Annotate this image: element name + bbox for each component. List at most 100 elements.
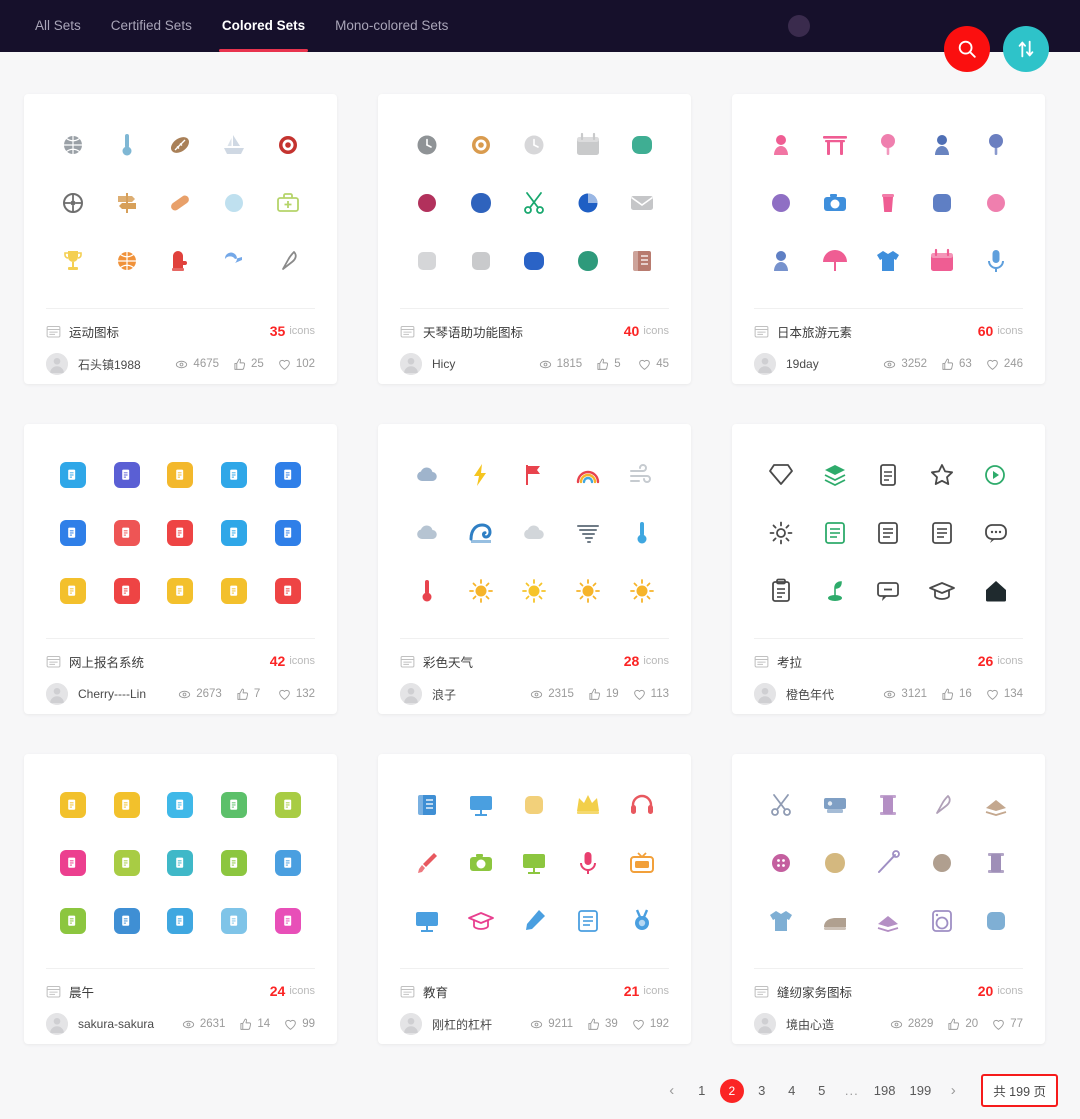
favorites-stat[interactable]: 134	[986, 688, 1023, 701]
favorites-stat[interactable]: 102	[278, 358, 315, 371]
icon-preview[interactable]	[412, 130, 442, 160]
icon-preview[interactable]	[412, 246, 442, 276]
icon-preview[interactable]	[573, 246, 603, 276]
pagination-page-3[interactable]: 3	[750, 1079, 774, 1103]
set-title[interactable]: 缝纫家务图标	[777, 982, 972, 1001]
author-name[interactable]: 浪子	[432, 686, 456, 703]
icon-preview[interactable]	[820, 460, 850, 490]
icon-preview[interactable]	[627, 906, 657, 936]
tab-certified-sets[interactable]: Certified Sets	[96, 0, 207, 52]
icon-preview[interactable]	[873, 460, 903, 490]
icon-preview[interactable]	[627, 576, 657, 606]
icon-preview[interactable]	[112, 518, 142, 548]
icon-preview[interactable]	[927, 848, 957, 878]
icon-preview[interactable]	[627, 460, 657, 490]
favorites-stat[interactable]: 77	[992, 1018, 1023, 1031]
icon-preview[interactable]	[58, 460, 88, 490]
icon-set-card[interactable]: 天琴语助功能图标 40 icons Hicy 1815 5 45	[378, 94, 691, 384]
icon-preview[interactable]	[820, 188, 850, 218]
icon-preview[interactable]	[820, 906, 850, 936]
icon-preview[interactable]	[58, 246, 88, 276]
icon-preview[interactable]	[981, 518, 1011, 548]
set-title[interactable]: 考拉	[777, 652, 972, 671]
icon-preview[interactable]	[519, 460, 549, 490]
icon-preview[interactable]	[466, 790, 496, 820]
icon-preview[interactable]	[573, 906, 603, 936]
icon-preview[interactable]	[58, 576, 88, 606]
icon-set-card[interactable]: 日本旅游元素 60 icons 19day 3252 63 246	[732, 94, 1045, 384]
icon-preview[interactable]	[519, 188, 549, 218]
icon-preview[interactable]	[873, 188, 903, 218]
icon-preview[interactable]	[981, 848, 1011, 878]
icon-preview[interactable]	[58, 848, 88, 878]
set-title[interactable]: 运动图标	[69, 322, 264, 341]
tab-all-sets[interactable]: All Sets	[20, 0, 96, 52]
icon-set-card[interactable]: 彩色天气 28 icons 浪子 2315 19 113	[378, 424, 691, 714]
icon-preview[interactable]	[627, 790, 657, 820]
avatar[interactable]	[46, 683, 68, 705]
icon-preview[interactable]	[927, 460, 957, 490]
icon-preview[interactable]	[273, 246, 303, 276]
icon-preview[interactable]	[927, 188, 957, 218]
favorites-stat[interactable]: 45	[638, 358, 669, 371]
icon-set-card[interactable]: 教育 21 icons 刚杠的杠杆 9211 39 192	[378, 754, 691, 1044]
favorites-stat[interactable]: 192	[632, 1018, 669, 1031]
set-title[interactable]: 晨午	[69, 982, 264, 1001]
pagination-page-2[interactable]: 2	[719, 1078, 744, 1103]
icon-preview[interactable]	[466, 576, 496, 606]
tab-mono-colored-sets[interactable]: Mono-colored Sets	[320, 0, 463, 52]
avatar[interactable]	[788, 15, 810, 37]
icon-preview[interactable]	[981, 906, 1011, 936]
icon-preview[interactable]	[165, 460, 195, 490]
icon-preview[interactable]	[573, 518, 603, 548]
icon-preview[interactable]	[165, 576, 195, 606]
icon-preview[interactable]	[873, 130, 903, 160]
icon-preview[interactable]	[273, 188, 303, 218]
likes-stat[interactable]: 25	[233, 358, 264, 371]
favorites-stat[interactable]: 246	[986, 358, 1023, 371]
icon-preview[interactable]	[412, 576, 442, 606]
author-name[interactable]: 橙色年代	[786, 686, 834, 703]
icon-preview[interactable]	[981, 188, 1011, 218]
icon-preview[interactable]	[165, 246, 195, 276]
icon-preview[interactable]	[927, 906, 957, 936]
set-title[interactable]: 天琴语助功能图标	[423, 322, 618, 341]
pagination-prev[interactable]: ‹	[660, 1079, 684, 1103]
icon-preview[interactable]	[519, 130, 549, 160]
icon-preview[interactable]	[573, 790, 603, 820]
likes-stat[interactable]: 19	[588, 688, 619, 701]
pagination-next[interactable]: ›	[941, 1079, 965, 1103]
icon-preview[interactable]	[112, 848, 142, 878]
icon-preview[interactable]	[219, 906, 249, 936]
icon-preview[interactable]	[627, 246, 657, 276]
icon-preview[interactable]	[165, 906, 195, 936]
icon-preview[interactable]	[412, 848, 442, 878]
icon-preview[interactable]	[466, 130, 496, 160]
icon-preview[interactable]	[627, 130, 657, 160]
icon-set-card[interactable]: 缝纫家务图标 20 icons 境由心造 2829 20 77	[732, 754, 1045, 1044]
likes-stat[interactable]: 20	[947, 1018, 978, 1031]
pagination-page-1[interactable]: 1	[690, 1079, 714, 1103]
icon-preview[interactable]	[981, 790, 1011, 820]
likes-stat[interactable]: 39	[587, 1018, 618, 1031]
icon-preview[interactable]	[627, 518, 657, 548]
author-name[interactable]: Hicy	[432, 357, 455, 371]
icon-preview[interactable]	[273, 906, 303, 936]
icon-preview[interactable]	[165, 130, 195, 160]
icon-preview[interactable]	[112, 130, 142, 160]
icon-preview[interactable]	[573, 576, 603, 606]
icon-preview[interactable]	[219, 460, 249, 490]
icon-preview[interactable]	[627, 848, 657, 878]
avatar[interactable]	[400, 683, 422, 705]
icon-preview[interactable]	[412, 518, 442, 548]
icon-preview[interactable]	[466, 188, 496, 218]
avatar[interactable]	[754, 353, 776, 375]
icon-preview[interactable]	[412, 906, 442, 936]
icon-preview[interactable]	[927, 790, 957, 820]
icon-preview[interactable]	[766, 790, 796, 820]
icon-preview[interactable]	[519, 576, 549, 606]
icon-preview[interactable]	[766, 460, 796, 490]
icon-preview[interactable]	[58, 188, 88, 218]
icon-preview[interactable]	[219, 130, 249, 160]
icon-preview[interactable]	[165, 518, 195, 548]
